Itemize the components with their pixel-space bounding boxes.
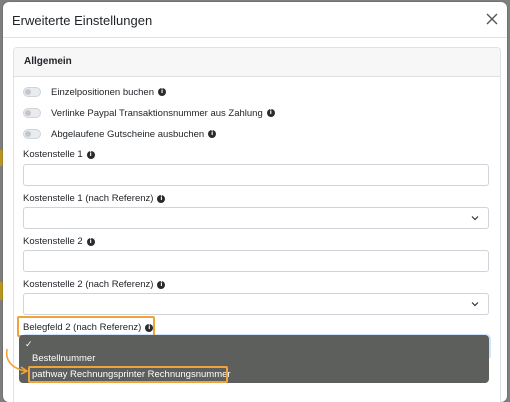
kostenstelle1-label: Kostenstelle 1 i — [23, 149, 95, 160]
toggle-label: Einzelpositionen buchen — [51, 86, 154, 98]
highlight-label-box — [17, 316, 155, 337]
toggle-row-gutscheine: Abgelaufene Gutscheine ausbuchen i — [23, 127, 217, 141]
section-title: Allgemein — [14, 48, 500, 77]
kostenstelle2-label: Kostenstelle 2 i — [23, 236, 95, 247]
field-label-text: Kostenstelle 1 (nach Referenz) — [23, 193, 154, 204]
field-label-text: Kostenstelle 2 (nach Referenz) — [23, 279, 154, 290]
dropdown-option-bestellnummer[interactable]: Bestellnummer — [32, 353, 95, 364]
highlight-option-box — [28, 366, 228, 383]
toggle-label: Abgelaufene Gutscheine ausbuchen — [51, 128, 205, 140]
toggle-switch[interactable] — [23, 87, 41, 97]
field-label-text: Kostenstelle 1 — [23, 149, 83, 160]
toggle-switch[interactable] — [23, 108, 41, 118]
toggle-switch[interactable] — [23, 129, 41, 139]
field-label-text: Kostenstelle 2 — [23, 236, 83, 247]
toggle-row-einzelpositionen: Einzelpositionen buchen i — [23, 85, 166, 99]
kostenstelle2-ref-label: Kostenstelle 2 (nach Referenz) i — [23, 279, 166, 290]
annotation-arrow-icon — [5, 348, 29, 375]
kostenstelle2-input[interactable] — [23, 250, 489, 272]
info-icon[interactable]: i — [266, 109, 275, 117]
info-icon[interactable]: i — [157, 194, 166, 203]
kostenstelle1-ref-label: Kostenstelle 1 (nach Referenz) i — [23, 193, 166, 204]
dialog-title: Erweiterte Einstellungen — [12, 13, 153, 28]
kostenstelle1-input[interactable] — [23, 164, 489, 186]
info-icon[interactable]: i — [86, 150, 95, 159]
dialog-header: Erweiterte Einstellungen — [3, 2, 507, 38]
kostenstelle2-ref-select[interactable] — [23, 293, 489, 315]
info-icon[interactable]: i — [86, 237, 95, 246]
toggle-row-paypal: Verlinke Paypal Transaktionsnummer aus Z… — [23, 106, 275, 120]
info-icon[interactable]: i — [208, 130, 217, 138]
chevron-down-icon — [471, 302, 479, 307]
info-icon[interactable]: i — [158, 88, 166, 96]
kostenstelle1-ref-select[interactable] — [23, 207, 489, 229]
chevron-down-icon — [471, 216, 479, 221]
close-icon[interactable] — [485, 12, 499, 26]
toggle-label: Verlinke Paypal Transaktionsnummer aus Z… — [51, 107, 263, 119]
info-icon[interactable]: i — [157, 280, 166, 289]
